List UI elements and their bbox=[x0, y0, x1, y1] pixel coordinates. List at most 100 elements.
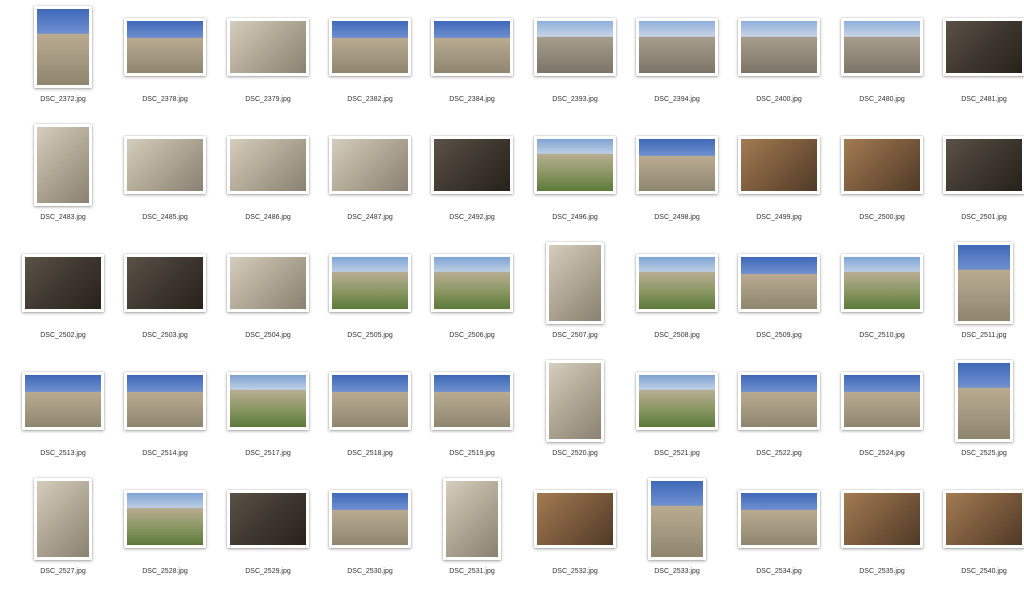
thumbnail-image[interactable] bbox=[227, 18, 309, 76]
thumbnail-image[interactable] bbox=[636, 254, 718, 312]
thumbnail-image[interactable] bbox=[22, 254, 104, 312]
thumbnail-image[interactable] bbox=[124, 490, 206, 548]
file-item[interactable]: DSC_2529.jpg bbox=[218, 476, 318, 591]
thumbnail-image[interactable] bbox=[841, 372, 923, 430]
file-item[interactable]: DSC_2498.jpg bbox=[627, 122, 727, 237]
file-item[interactable]: DSC_2486.jpg bbox=[218, 122, 318, 237]
file-item[interactable]: DSC_2511.jpg bbox=[934, 240, 1024, 355]
file-item[interactable]: DSC_2520.jpg bbox=[525, 358, 625, 473]
file-item[interactable]: DSC_2394.jpg bbox=[627, 4, 727, 119]
file-item[interactable]: DSC_2483.jpg bbox=[13, 122, 113, 237]
thumbnail-image[interactable] bbox=[841, 18, 923, 76]
thumbnail-image[interactable] bbox=[34, 478, 92, 560]
thumbnail-image[interactable] bbox=[443, 478, 501, 560]
file-item[interactable]: DSC_2505.jpg bbox=[320, 240, 420, 355]
thumbnail-image[interactable] bbox=[943, 18, 1024, 76]
file-item[interactable]: DSC_2533.jpg bbox=[627, 476, 727, 591]
thumbnail-image[interactable] bbox=[124, 136, 206, 194]
thumbnail-image[interactable] bbox=[227, 372, 309, 430]
thumbnail-image[interactable] bbox=[227, 136, 309, 194]
thumbnail-image[interactable] bbox=[546, 360, 604, 442]
file-item[interactable]: DSC_2531.jpg bbox=[422, 476, 522, 591]
file-item[interactable]: DSC_2513.jpg bbox=[13, 358, 113, 473]
file-item[interactable]: DSC_2393.jpg bbox=[525, 4, 625, 119]
file-item[interactable]: DSC_2540.jpg bbox=[934, 476, 1024, 591]
thumbnail-image[interactable] bbox=[329, 136, 411, 194]
thumbnail-image[interactable] bbox=[534, 490, 616, 548]
thumbnail-image[interactable] bbox=[124, 372, 206, 430]
thumbnail-image[interactable] bbox=[546, 242, 604, 324]
thumbnail-image[interactable] bbox=[955, 242, 1013, 324]
thumbnail-image[interactable] bbox=[431, 254, 513, 312]
file-item[interactable]: DSC_2485.jpg bbox=[115, 122, 215, 237]
file-item[interactable]: DSC_2532.jpg bbox=[525, 476, 625, 591]
thumbnail-image[interactable] bbox=[227, 254, 309, 312]
file-item[interactable]: DSC_2382.jpg bbox=[320, 4, 420, 119]
file-item[interactable]: DSC_2481.jpg bbox=[934, 4, 1024, 119]
thumbnail-image[interactable] bbox=[841, 490, 923, 548]
file-item[interactable]: DSC_2522.jpg bbox=[729, 358, 829, 473]
thumbnail-image[interactable] bbox=[738, 372, 820, 430]
file-item[interactable]: DSC_2504.jpg bbox=[218, 240, 318, 355]
file-item[interactable]: DSC_2501.jpg bbox=[934, 122, 1024, 237]
thumbnail-image[interactable] bbox=[738, 136, 820, 194]
file-item[interactable]: DSC_2521.jpg bbox=[627, 358, 727, 473]
thumbnail-image[interactable] bbox=[841, 136, 923, 194]
thumbnail-image[interactable] bbox=[841, 254, 923, 312]
file-item[interactable]: DSC_2525.jpg bbox=[934, 358, 1024, 473]
thumbnail-image[interactable] bbox=[943, 136, 1024, 194]
file-item[interactable]: DSC_2514.jpg bbox=[115, 358, 215, 473]
thumbnail-image[interactable] bbox=[329, 490, 411, 548]
thumbnail-image[interactable] bbox=[636, 18, 718, 76]
file-item[interactable]: DSC_2517.jpg bbox=[218, 358, 318, 473]
file-item[interactable]: DSC_2487.jpg bbox=[320, 122, 420, 237]
thumbnail-image[interactable] bbox=[227, 490, 309, 548]
thumbnail-image[interactable] bbox=[534, 136, 616, 194]
file-item[interactable]: DSC_2528.jpg bbox=[115, 476, 215, 591]
thumbnail-image[interactable] bbox=[431, 18, 513, 76]
file-item[interactable]: DSC_2372.jpg bbox=[13, 4, 113, 119]
thumbnail-image[interactable] bbox=[34, 124, 92, 206]
file-item[interactable]: DSC_2496.jpg bbox=[525, 122, 625, 237]
file-item[interactable]: DSC_2499.jpg bbox=[729, 122, 829, 237]
file-item[interactable]: DSC_2519.jpg bbox=[422, 358, 522, 473]
thumbnail-image[interactable] bbox=[955, 360, 1013, 442]
file-item[interactable]: DSC_2400.jpg bbox=[729, 4, 829, 119]
file-item[interactable]: DSC_2502.jpg bbox=[13, 240, 113, 355]
thumbnail-image[interactable] bbox=[636, 136, 718, 194]
thumbnail-image[interactable] bbox=[124, 254, 206, 312]
file-item[interactable]: DSC_2503.jpg bbox=[115, 240, 215, 355]
thumbnail-image[interactable] bbox=[124, 18, 206, 76]
file-item[interactable]: DSC_2508.jpg bbox=[627, 240, 727, 355]
thumbnail-image[interactable] bbox=[534, 18, 616, 76]
file-item[interactable]: DSC_2384.jpg bbox=[422, 4, 522, 119]
file-item[interactable]: DSC_2492.jpg bbox=[422, 122, 522, 237]
file-item[interactable]: DSC_2518.jpg bbox=[320, 358, 420, 473]
thumbnail-image[interactable] bbox=[738, 18, 820, 76]
file-item[interactable]: DSC_2530.jpg bbox=[320, 476, 420, 591]
file-item[interactable]: DSC_2535.jpg bbox=[832, 476, 932, 591]
thumbnail-image[interactable] bbox=[34, 6, 92, 88]
thumbnail-image[interactable] bbox=[943, 490, 1024, 548]
thumbnail-image[interactable] bbox=[636, 372, 718, 430]
file-item[interactable]: DSC_2480.jpg bbox=[832, 4, 932, 119]
file-item[interactable]: DSC_2509.jpg bbox=[729, 240, 829, 355]
file-item[interactable]: DSC_2524.jpg bbox=[832, 358, 932, 473]
file-item[interactable]: DSC_2500.jpg bbox=[832, 122, 932, 237]
thumbnail-image[interactable] bbox=[648, 478, 706, 560]
thumbnail-image[interactable] bbox=[738, 254, 820, 312]
file-item[interactable]: DSC_2378.jpg bbox=[115, 4, 215, 119]
thumbnail-image[interactable] bbox=[22, 372, 104, 430]
file-item[interactable]: DSC_2534.jpg bbox=[729, 476, 829, 591]
thumbnail-image[interactable] bbox=[329, 372, 411, 430]
thumbnail-image[interactable] bbox=[738, 490, 820, 548]
thumbnail-image[interactable] bbox=[329, 18, 411, 76]
file-item[interactable]: DSC_2510.jpg bbox=[832, 240, 932, 355]
file-item[interactable]: DSC_2379.jpg bbox=[218, 4, 318, 119]
file-item[interactable]: DSC_2527.jpg bbox=[13, 476, 113, 591]
file-item[interactable]: DSC_2506.jpg bbox=[422, 240, 522, 355]
thumbnail-image[interactable] bbox=[431, 136, 513, 194]
file-item[interactable]: DSC_2507.jpg bbox=[525, 240, 625, 355]
thumbnail-image[interactable] bbox=[329, 254, 411, 312]
thumbnail-image[interactable] bbox=[431, 372, 513, 430]
